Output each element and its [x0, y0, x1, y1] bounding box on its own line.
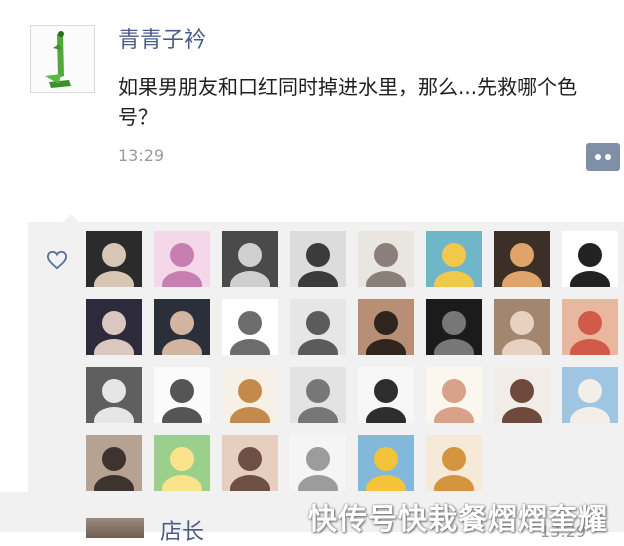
post-time: 13:29	[118, 146, 165, 165]
likes-panel	[28, 214, 624, 492]
post-content: 如果男朋友和口红同时掉进水里，那么...先救哪个色号？	[118, 75, 578, 129]
liker-avatar[interactable]	[562, 367, 618, 423]
liker-avatar[interactable]	[494, 231, 550, 287]
liker-avatar[interactable]	[494, 367, 550, 423]
liker-avatar[interactable]	[358, 299, 414, 355]
liker-avatar[interactable]	[222, 367, 278, 423]
liker-avatar[interactable]	[358, 367, 414, 423]
commenter-nickname[interactable]: 店长	[160, 514, 204, 546]
liker-avatar[interactable]	[426, 367, 482, 423]
liker-avatar[interactable]	[358, 435, 414, 491]
liker-avatar[interactable]	[426, 435, 482, 491]
liker-avatar[interactable]	[562, 231, 618, 287]
liker-avatar[interactable]	[426, 231, 482, 287]
liker-avatar[interactable]	[86, 299, 142, 355]
liker-avatar[interactable]	[222, 299, 278, 355]
poster-nickname[interactable]: 青青子衿	[118, 22, 206, 54]
avatar-illustration	[45, 31, 71, 88]
liker-avatar[interactable]	[290, 435, 346, 491]
liker-avatar[interactable]	[154, 367, 210, 423]
liker-avatar[interactable]	[358, 231, 414, 287]
more-dots-icon[interactable]	[586, 143, 620, 171]
liker-avatar[interactable]	[290, 231, 346, 287]
liker-avatar[interactable]	[562, 299, 618, 355]
liker-avatar[interactable]	[494, 299, 550, 355]
liker-avatar[interactable]	[222, 231, 278, 287]
liker-avatar[interactable]	[86, 435, 142, 491]
liker-avatar[interactable]	[154, 299, 210, 355]
liker-avatar[interactable]	[290, 299, 346, 355]
liker-avatar[interactable]	[154, 435, 210, 491]
poster-avatar[interactable]	[30, 25, 95, 93]
heart-outline-icon	[46, 250, 68, 270]
moments-post: 青青子衿 如果男朋友和口红同时掉进水里，那么...先救哪个色号？ 13:29 店…	[0, 0, 624, 545]
liker-avatar[interactable]	[426, 299, 482, 355]
liker-avatar[interactable]	[154, 231, 210, 287]
liker-avatar[interactable]	[86, 231, 142, 287]
liker-avatar[interactable]	[290, 367, 346, 423]
liker-avatar[interactable]	[222, 435, 278, 491]
liker-avatar-grid	[86, 231, 622, 491]
liker-avatar[interactable]	[86, 367, 142, 423]
commenter-avatar[interactable]	[86, 518, 144, 538]
